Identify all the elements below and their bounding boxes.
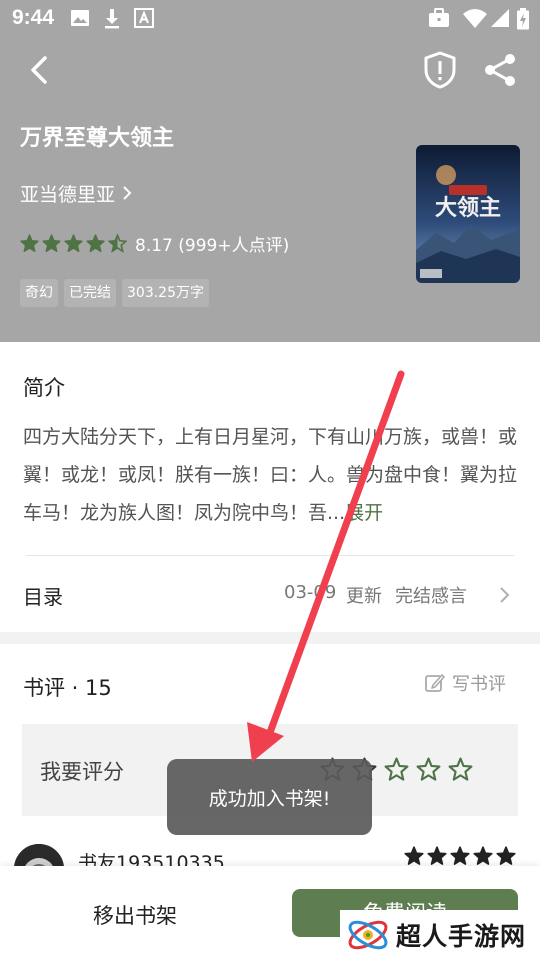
book-header: 9:44 万界至尊大领主 亚当德里亚 8.17 (999+人点评) 奇幻 已完结… xyxy=(0,0,540,342)
write-review-label: 写书评 xyxy=(452,674,506,695)
image-icon xyxy=(71,10,89,26)
book-tags: 奇幻 已完结 303.25万字 xyxy=(20,279,209,307)
status-time: 9:44 xyxy=(12,6,55,29)
divider xyxy=(26,555,514,556)
book-title: 万界至尊大领主 xyxy=(20,126,175,151)
tag-genre: 奇幻 xyxy=(20,279,58,307)
star-icon xyxy=(86,233,105,252)
chevron-right-icon xyxy=(123,186,132,200)
remove-from-shelf-button[interactable]: 移出书架 xyxy=(60,896,210,936)
intro-body: 四方大陆分天下，上有日月星河，下有山川万族，或兽！或翼！或龙！或凤！朕有一族！曰… xyxy=(23,426,518,524)
star-icon xyxy=(42,233,61,252)
rate-star-icon[interactable] xyxy=(416,757,441,782)
author-name: 亚当德里亚 xyxy=(20,183,116,206)
intro-heading: 简介 xyxy=(23,376,65,400)
tag-wordcount: 303.25万字 xyxy=(122,279,209,307)
author-link[interactable]: 亚当德里亚 xyxy=(20,178,133,208)
write-review-button[interactable]: 写书评 xyxy=(424,670,506,696)
briefcase-icon xyxy=(429,8,449,27)
toast-message: 成功加入书架! xyxy=(167,759,372,835)
table-of-contents-row[interactable]: 目录 03-09 更新 完结感言 xyxy=(0,565,540,625)
watermark-logo-icon xyxy=(348,920,388,950)
star-icon xyxy=(404,846,424,865)
battery-icon xyxy=(517,8,529,30)
star-icon xyxy=(496,846,516,865)
watermark-text: 超人手游网 xyxy=(396,922,527,951)
wifi-icon xyxy=(463,9,487,28)
toc-update-label: 更新 xyxy=(346,586,382,607)
toc-latest-chapter: 完结感言 xyxy=(395,586,467,607)
star-icon xyxy=(64,233,83,252)
book-cover[interactable]: 大领主 xyxy=(416,145,520,283)
rate-star-icon[interactable] xyxy=(384,757,409,782)
cover-title: 大领主 xyxy=(435,195,501,221)
status-bar: 9:44 xyxy=(0,0,540,36)
rating-stars xyxy=(20,233,127,253)
star-icon xyxy=(473,846,493,865)
toc-update-date: 03-09 xyxy=(284,582,337,603)
tag-status: 已完结 xyxy=(64,279,116,307)
star-icon xyxy=(20,233,39,252)
rating-score: 8.17 (999+人点评) xyxy=(135,235,290,256)
text-icon xyxy=(134,8,154,28)
report-shield-icon[interactable] xyxy=(422,50,458,90)
rate-label: 我要评分 xyxy=(40,760,124,784)
signal-icon xyxy=(491,9,509,27)
download-icon xyxy=(105,9,119,29)
toc-label: 目录 xyxy=(23,585,63,609)
reviews-title: 书评 · 15 xyxy=(23,676,112,700)
rate-star-icon[interactable] xyxy=(448,757,473,782)
star-icon xyxy=(427,846,447,865)
star-icon xyxy=(108,233,127,253)
review-stars xyxy=(404,846,516,866)
expand-link[interactable]: 展开 xyxy=(345,502,383,524)
watermark: 超人手游网 xyxy=(340,910,540,960)
rating-row: 8.17 (999+人点评) xyxy=(20,230,289,256)
edit-icon xyxy=(425,674,445,692)
chevron-right-icon xyxy=(500,587,510,603)
share-icon[interactable] xyxy=(482,52,518,88)
intro-text: 四方大陆分天下，上有日月星河，下有山川万族，或兽！或翼！或龙！或凤！朕有一族！曰… xyxy=(23,418,523,532)
back-button[interactable] xyxy=(22,52,58,88)
star-icon xyxy=(450,846,470,865)
